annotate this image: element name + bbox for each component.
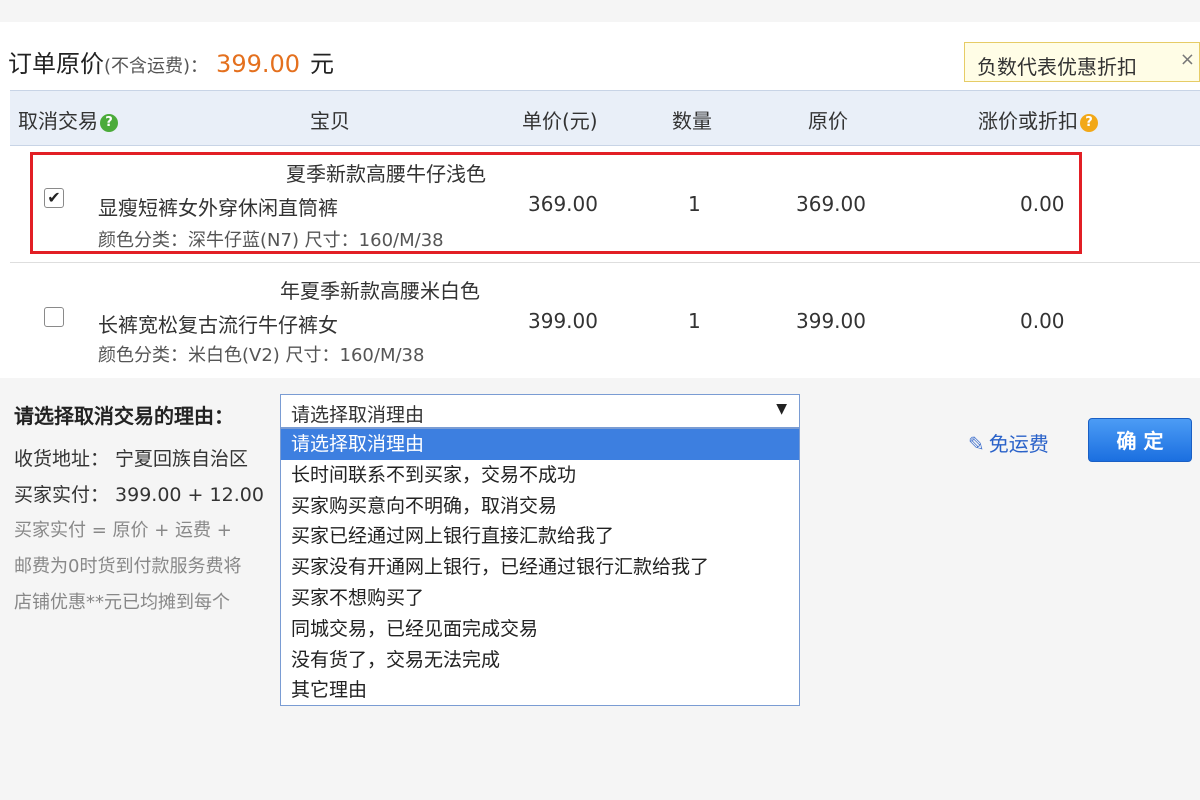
reason-option[interactable]: 买家购买意向不明确，取消交易 bbox=[281, 491, 799, 522]
help-icon[interactable]: ? bbox=[100, 113, 118, 132]
quantity: 1 bbox=[688, 309, 701, 333]
close-icon[interactable]: × bbox=[1180, 49, 1195, 70]
reason-select[interactable]: 请选择取消理由 ▼ bbox=[280, 394, 800, 428]
order-paren: (不含运费)： bbox=[104, 56, 209, 77]
reason-option[interactable]: 请选择取消理由 bbox=[281, 429, 799, 460]
cancel-checkbox[interactable] bbox=[44, 307, 64, 327]
buyer-paid: 买家实付： 399.00 + 12.00 bbox=[14, 484, 264, 506]
order-original-price: 订单原价(不含运费)： 399.00 元 bbox=[8, 44, 334, 79]
header-discount: 涨价或折扣? bbox=[978, 105, 1098, 134]
reason-option[interactable]: 买家不想购买了 bbox=[281, 583, 799, 614]
header-quantity: 数量 bbox=[672, 109, 712, 133]
item-sku: 颜色分类：米白色(V2) 尺寸：160/M/38 bbox=[98, 345, 425, 366]
tooltip-text: 负数代表优惠折扣 bbox=[977, 55, 1137, 79]
item-title-line1: 年夏季新款高腰米白色 bbox=[280, 279, 480, 303]
highlight-box bbox=[30, 152, 1082, 254]
order-price: 399.00 bbox=[216, 50, 301, 78]
shop-discount-note: 店铺优惠**元已均摊到每个 bbox=[14, 592, 230, 613]
free-shipping-label: 免运费 bbox=[988, 432, 1049, 456]
table-header: 取消交易? 宝贝 单价(元) 数量 原价 涨价或折扣? bbox=[10, 90, 1200, 146]
reason-dropdown-list: 请选择取消理由 长时间联系不到买家，交易不成功 买家购买意向不明确，取消交易 买… bbox=[280, 428, 800, 706]
item-title-line2: 长裤宽松复古流行牛仔裤女 bbox=[98, 313, 338, 337]
shipping-address: 收货地址： 宁夏回族自治区 bbox=[14, 448, 249, 470]
header-item: 宝贝 bbox=[310, 109, 350, 133]
help-icon[interactable]: ? bbox=[1080, 113, 1098, 132]
table-row: 年夏季新款高腰米白色 长裤宽松复古流行牛仔裤女 颜色分类：米白色(V2) 尺寸：… bbox=[10, 262, 1200, 379]
discount-value: 0.00 bbox=[1020, 309, 1065, 333]
header-unit-price: 单价(元) bbox=[522, 109, 598, 133]
pencil-icon: ✎ bbox=[968, 432, 985, 456]
order-label: 订单原价 bbox=[8, 50, 104, 78]
order-unit: 元 bbox=[310, 50, 335, 78]
reason-option[interactable]: 没有货了，交易无法完成 bbox=[281, 645, 799, 676]
discount-tooltip: 负数代表优惠折扣 × bbox=[964, 42, 1200, 82]
reason-option[interactable]: 长时间联系不到买家，交易不成功 bbox=[281, 460, 799, 491]
reason-option[interactable]: 同城交易，已经见面完成交易 bbox=[281, 614, 799, 645]
header-cancel: 取消交易? bbox=[18, 105, 118, 134]
shipping-note: 邮费为0时货到付款服务费将 bbox=[14, 556, 242, 577]
confirm-button[interactable]: 确 定 bbox=[1088, 418, 1192, 462]
unit-price: 399.00 bbox=[528, 309, 598, 333]
dropdown-arrow-icon[interactable]: ▼ bbox=[776, 401, 787, 417]
free-shipping-link[interactable]: ✎ 免运费 bbox=[968, 428, 1049, 457]
reason-label: 请选择取消交易的理由： bbox=[14, 404, 234, 428]
paid-formula: 买家实付 = 原价 + 运费 + bbox=[14, 520, 232, 541]
reason-option[interactable]: 其它理由 bbox=[281, 675, 799, 706]
original-price: 399.00 bbox=[796, 309, 866, 333]
reason-option[interactable]: 买家已经通过网上银行直接汇款给我了 bbox=[281, 521, 799, 552]
header-original-price: 原价 bbox=[808, 109, 848, 133]
reason-selected-value: 请选择取消理由 bbox=[291, 404, 425, 426]
reason-option[interactable]: 买家没有开通网上银行，已经通过银行汇款给我了 bbox=[281, 552, 799, 583]
